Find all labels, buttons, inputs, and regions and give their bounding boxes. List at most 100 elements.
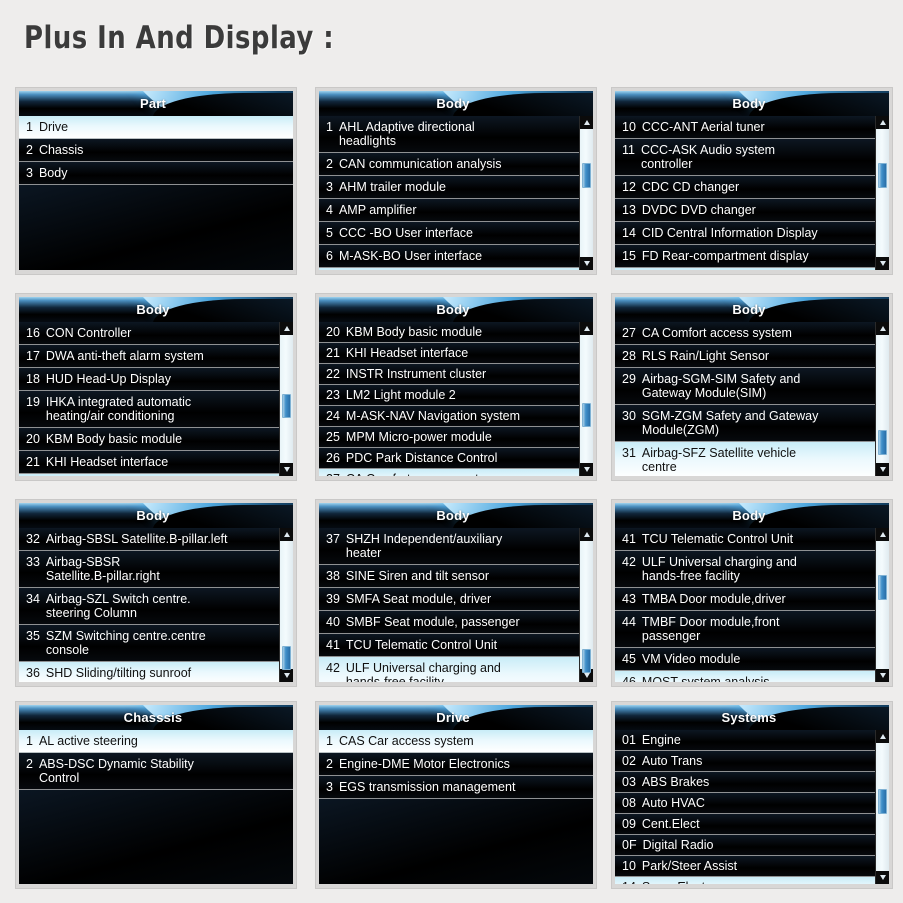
- list-item[interactable]: 37 SHZH Independent/auxiliary heater: [319, 528, 579, 565]
- panel-body-4-list[interactable]: 20 KBM Body basic module 21 KHI Headset int…: [319, 322, 579, 476]
- scroll-down-arrow-icon[interactable]: [580, 463, 593, 476]
- list-item[interactable]: 25 MPM Micro-power module: [319, 427, 579, 448]
- list-item[interactable]: 20 KBM Body basic module: [319, 322, 579, 343]
- list-item[interactable]: 3 EGS transmission management: [319, 776, 593, 799]
- list-item[interactable]: 44 TMBF Door module,front passenger: [615, 611, 875, 648]
- list-item[interactable]: 15 FD Rear-compartment display: [615, 245, 875, 268]
- list-item[interactable]: 4 AMP amplifier: [319, 199, 579, 222]
- list-item[interactable]: 31 Airbag-SFZ Satellite vehicle centre: [615, 442, 875, 476]
- list-item[interactable]: 17 DWA anti-theft alarm system: [19, 345, 279, 368]
- panel-part-list[interactable]: 1 Drive 2 Chassis 3 Body: [19, 116, 293, 270]
- vertical-scrollbar[interactable]: [279, 322, 293, 476]
- scroll-up-arrow-icon[interactable]: [876, 528, 889, 541]
- scroll-down-arrow-icon[interactable]: [876, 871, 889, 884]
- list-item[interactable]: 10 Park/Steer Assist: [615, 856, 875, 877]
- panel-body-8-list[interactable]: 41 TCU Telematic Control Unit 42 ULF Univer…: [615, 528, 875, 682]
- scrollbar-thumb[interactable]: [582, 162, 591, 188]
- list-item[interactable]: 38 SINE Siren and tilt sensor: [319, 565, 579, 588]
- list-item[interactable]: 33 Airbag-SBSR Satellite.B-pillar.right: [19, 551, 279, 588]
- list-item[interactable]: 3 AHM trailer module: [319, 176, 579, 199]
- list-item[interactable]: 02 Auto Trans: [615, 751, 875, 772]
- list-item[interactable]: 41 TCU Telematic Control Unit: [319, 634, 579, 657]
- vertical-scrollbar[interactable]: [875, 730, 889, 884]
- panel-body-3-list[interactable]: 16 CON Controller 17 DWA anti-theft alarm s…: [19, 322, 279, 476]
- list-item[interactable]: 0F Digital Radio: [615, 835, 875, 856]
- scroll-up-arrow-icon[interactable]: [876, 322, 889, 335]
- scroll-up-arrow-icon[interactable]: [280, 322, 293, 335]
- list-item[interactable]: 2 ABS-DSC Dynamic Stability Control: [19, 753, 293, 790]
- panel-body-1-list[interactable]: 1 AHL Adaptive directional headlights 2 CAN…: [319, 116, 579, 270]
- list-item[interactable]: 08 Auto HVAC: [615, 793, 875, 814]
- list-item[interactable]: 39 SMFA Seat module, driver: [319, 588, 579, 611]
- list-item[interactable]: 16CON Controller: [615, 268, 875, 270]
- scrollbar-thumb[interactable]: [878, 789, 887, 814]
- scroll-up-arrow-icon[interactable]: [580, 528, 593, 541]
- list-item[interactable]: 5 CCC -BO User interface: [319, 222, 579, 245]
- scroll-up-arrow-icon[interactable]: [580, 322, 593, 335]
- list-item[interactable]: 10 CCC-ANT Aerial tuner: [615, 116, 875, 139]
- list-item[interactable]: 40 SMBF Seat module, passenger: [319, 611, 579, 634]
- list-item[interactable]: 11 CCC-ASK Audio system controller: [615, 139, 875, 176]
- list-item[interactable]: 09 Cent.Elect: [615, 814, 875, 835]
- scroll-down-arrow-icon[interactable]: [280, 669, 293, 682]
- list-item[interactable]: 35 SZM Switching centre.centre console: [19, 625, 279, 662]
- list-item[interactable]: 42 ULF Universal charging and hands-free …: [319, 657, 579, 682]
- scrollbar-thumb[interactable]: [878, 574, 887, 600]
- scrollbar-thumb[interactable]: [582, 402, 591, 428]
- list-item[interactable]: 36 SHD Sliding/tilting sunroof: [19, 662, 279, 682]
- list-item[interactable]: 20 KBM Body basic module: [19, 428, 279, 451]
- list-item[interactable]: 1 AL active steering: [19, 730, 293, 753]
- list-item[interactable]: 2 Chassis: [19, 139, 293, 162]
- list-item[interactable]: 21 KHI Headset interface: [19, 451, 279, 474]
- list-item[interactable]: 2 CAN communication analysis: [319, 153, 579, 176]
- list-item[interactable]: 28 RLS Rain/Light Sensor: [615, 345, 875, 368]
- list-item[interactable]: 13 DVDC DVD changer: [615, 199, 875, 222]
- list-item[interactable]: 43 TMBA Door module,driver: [615, 588, 875, 611]
- list-item[interactable]: 22INSTR Instrument cluster: [19, 474, 279, 476]
- list-item[interactable]: 29 Airbag-SGM-SIM Safety and Gateway Modu…: [615, 368, 875, 405]
- vertical-scrollbar[interactable]: [875, 116, 889, 270]
- list-item[interactable]: 6 M-ASK-BO User interface: [319, 245, 579, 268]
- vertical-scrollbar[interactable]: [579, 528, 593, 682]
- vertical-scrollbar[interactable]: [279, 528, 293, 682]
- list-item[interactable]: 24 M-ASK-NAV Navigation system: [319, 406, 579, 427]
- scroll-up-arrow-icon[interactable]: [876, 730, 889, 743]
- list-item[interactable]: 32 Airbag-SBSL Satellite.B-pillar.left: [19, 528, 279, 551]
- list-item[interactable]: 1 CAS Car access system: [319, 730, 593, 753]
- list-item[interactable]: 26 PDC Park Distance Control: [319, 448, 579, 469]
- panel-drive-list[interactable]: 1 CAS Car access system 2 Engine-DME Motor …: [319, 730, 593, 884]
- panel-body-2-list[interactable]: 10 CCC-ANT Aerial tuner 11 CCC-ASK Audio sy…: [615, 116, 875, 270]
- scroll-down-arrow-icon[interactable]: [876, 669, 889, 682]
- panel-body-5-list[interactable]: 27 CA Comfort access system 28 RLS Rain/Lig…: [615, 322, 875, 476]
- list-item[interactable]: 22INSTR Instrument cluster: [319, 364, 579, 385]
- scroll-up-arrow-icon[interactable]: [876, 116, 889, 129]
- scrollbar-thumb[interactable]: [282, 645, 291, 671]
- scrollbar-thumb[interactable]: [582, 648, 591, 674]
- list-item[interactable]: 2 Engine-DME Motor Electronics: [319, 753, 593, 776]
- list-item[interactable]: 1 AHL Adaptive directional headlights: [319, 116, 579, 153]
- vertical-scrollbar[interactable]: [875, 528, 889, 682]
- vertical-scrollbar[interactable]: [579, 322, 593, 476]
- list-item[interactable]: 19 IHKA integrated automatic heating/air …: [19, 391, 279, 428]
- panel-body-7-list[interactable]: 37 SHZH Independent/auxiliary heater 38 SIN…: [319, 528, 579, 682]
- scroll-down-arrow-icon[interactable]: [280, 463, 293, 476]
- list-item[interactable]: 7CCC-GW Gateway: [319, 268, 579, 270]
- list-item[interactable]: 03 ABS Brakes: [615, 772, 875, 793]
- list-item[interactable]: 01 Engine: [615, 730, 875, 751]
- list-item[interactable]: 21 KHI Headset interface: [319, 343, 579, 364]
- scroll-up-arrow-icon[interactable]: [580, 116, 593, 129]
- list-item[interactable]: 42 ULF Universal charging and hands-free …: [615, 551, 875, 588]
- list-item[interactable]: 27 CA Comfort access system: [319, 469, 579, 476]
- scrollbar-thumb[interactable]: [878, 430, 887, 456]
- list-item[interactable]: 1 Drive: [19, 116, 293, 139]
- scrollbar-thumb[interactable]: [878, 162, 887, 188]
- scroll-down-arrow-icon[interactable]: [580, 257, 593, 270]
- panel-chasssis-list[interactable]: 1 AL active steering 2 ABS-DSC Dynamic Stab…: [19, 730, 293, 884]
- list-item[interactable]: 18 HUD Head-Up Display: [19, 368, 279, 391]
- list-item[interactable]: 41 TCU Telematic Control Unit: [615, 528, 875, 551]
- list-item[interactable]: 14 CID Central Information Display: [615, 222, 875, 245]
- list-item[interactable]: 14 Susp .Elect.: [615, 877, 875, 884]
- list-item[interactable]: 27 CA Comfort access system: [615, 322, 875, 345]
- scroll-down-arrow-icon[interactable]: [876, 463, 889, 476]
- list-item[interactable]: 12 CDC CD changer: [615, 176, 875, 199]
